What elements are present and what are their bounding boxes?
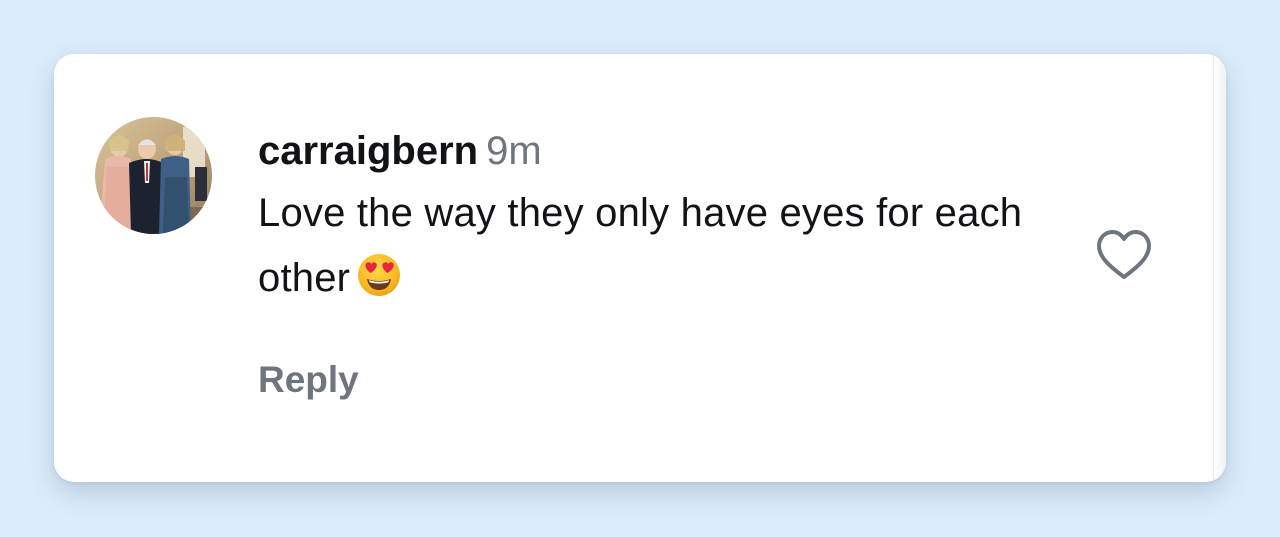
heart-outline-icon (1097, 230, 1151, 279)
comment-content: carraigbern 9m Love the way they only hav… (258, 126, 1078, 311)
timestamp: 9m (486, 129, 542, 173)
username[interactable]: carraigbern (258, 129, 478, 173)
heart-eyes-emoji-icon (356, 252, 402, 298)
avatar-photo (95, 117, 212, 234)
comment-card: carraigbern 9m Love the way they only hav… (54, 54, 1226, 482)
reply-button[interactable]: Reply (258, 357, 359, 403)
avatar[interactable] (95, 117, 212, 234)
comment-text-block: Love the way they only have eyes for eac… (258, 181, 1078, 311)
comment-header: carraigbern 9m (258, 126, 1078, 176)
like-button[interactable] (1094, 227, 1154, 283)
